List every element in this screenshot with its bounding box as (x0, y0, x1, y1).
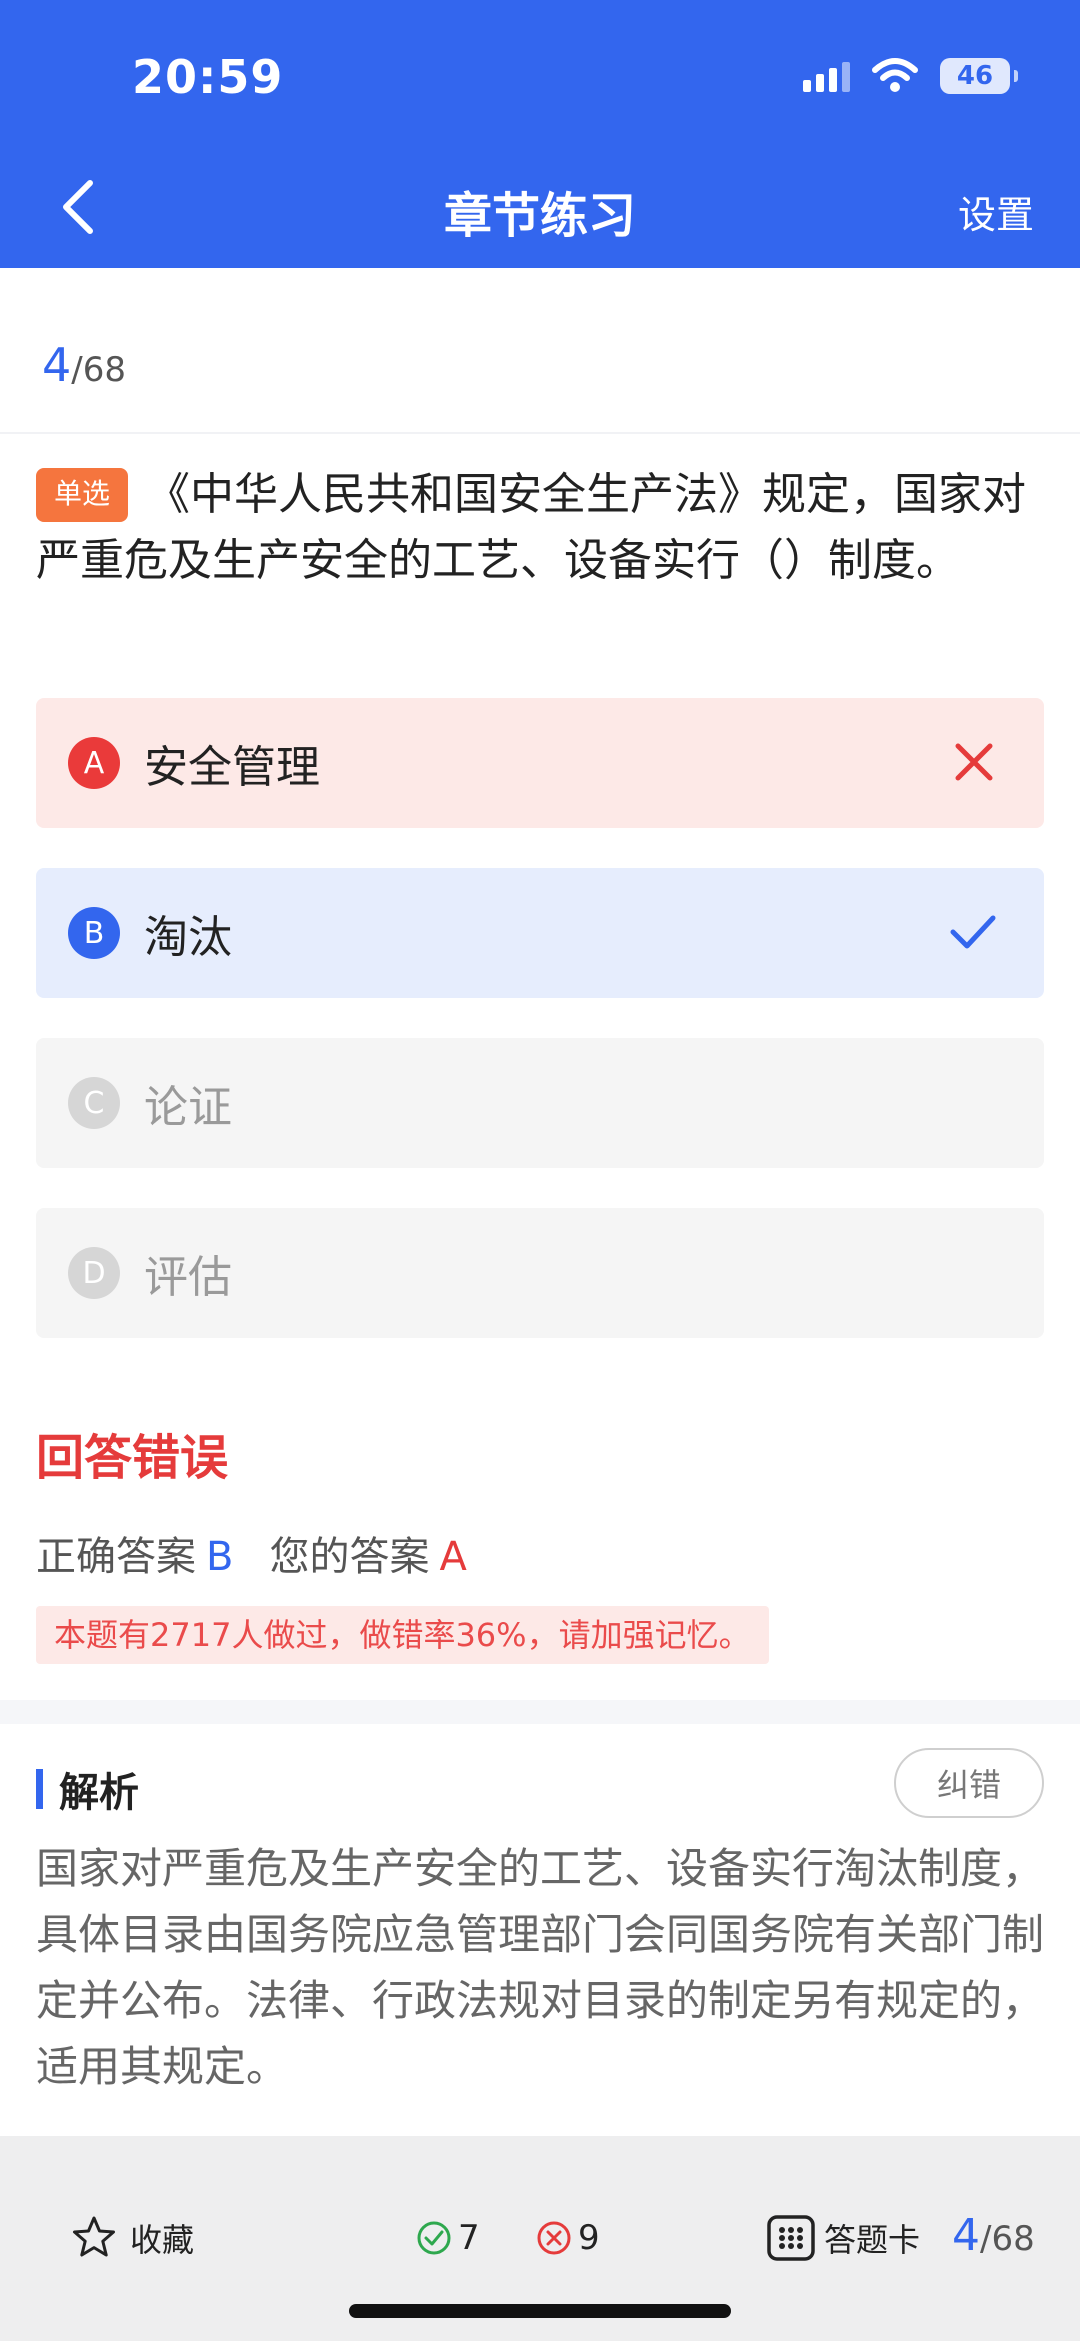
wifi-icon (872, 58, 918, 92)
analysis-title: 解析 (59, 1770, 139, 1816)
correct-count-value: 7 (458, 2218, 480, 2258)
analysis-text: 国家对严重危及生产安全的工艺、设备实行淘汰制度，具体目录由国务院应急管理部门会同… (36, 1844, 1045, 2091)
option-a[interactable]: A 安全管理 (36, 698, 1044, 828)
check-icon (950, 915, 996, 949)
answer-card-button[interactable]: 答题卡 (766, 2214, 920, 2262)
option-text: 安全管理 (144, 742, 320, 793)
cross-circle-icon (537, 2221, 571, 2255)
wrong-count[interactable]: 9 (536, 2218, 600, 2258)
wrong-count-value: 9 (578, 2218, 600, 2258)
your-answer-label: 您的答案 (269, 1534, 430, 1580)
correct-count[interactable]: 7 (416, 2218, 480, 2258)
option-text: 论证 (144, 1082, 232, 1133)
battery-icon: 46 (940, 58, 1018, 94)
page-title: 章节练习 (443, 188, 636, 244)
option-letter: B (68, 907, 120, 959)
question-text: 《中华人民共和国安全生产法》规定，国家对严重危及生产安全的工艺、设备实行（）制度… (36, 469, 1027, 586)
star-icon (73, 2216, 115, 2257)
answer-summary: 正确答案 B 您的答案 A (36, 1524, 467, 1582)
correct-answer-label: 正确答案 (36, 1534, 196, 1580)
question-stem: 单选 《中华人民共和国安全生产法》规定，国家对严重危及生产安全的工艺、设备实行（）… (36, 462, 1048, 594)
correct-answer-value: B (206, 1534, 234, 1580)
status-icons: 46 (803, 58, 1018, 94)
question-progress: 4/68 (42, 338, 126, 392)
app-header: 20:59 46 章节练习 设置 (0, 0, 1080, 268)
favorite-button[interactable]: 收藏 (70, 2214, 194, 2262)
check-circle-icon (417, 2221, 451, 2255)
option-d[interactable]: D 评估 (36, 1208, 1044, 1338)
home-indicator (349, 2304, 731, 2318)
report-error-button[interactable]: 纠错 (894, 1748, 1044, 1818)
option-letter: A (68, 737, 120, 789)
grid-icon (767, 2215, 815, 2261)
bottom-progress-total: /68 (980, 2219, 1035, 2259)
option-letter: D (68, 1247, 120, 1299)
progress-total: /68 (71, 350, 126, 390)
bottom-progress: 4/68 (952, 2210, 1035, 2261)
settings-button[interactable]: 设置 (958, 184, 1034, 239)
your-answer-value: A (439, 1534, 467, 1580)
status-time: 20:59 (132, 50, 284, 104)
progress-current: 4 (42, 338, 72, 392)
option-letter: C (68, 1077, 120, 1129)
bottom-progress-current: 4 (952, 2210, 980, 2261)
signal-icon (803, 60, 850, 92)
divider (0, 432, 1080, 434)
answer-card-label: 答题卡 (824, 2221, 921, 2259)
analysis-header: 解析 (36, 1760, 139, 1818)
question-type-badge: 单选 (36, 468, 129, 522)
option-text: 淘汰 (144, 912, 232, 963)
option-b[interactable]: B 淘汰 (36, 868, 1044, 998)
result-title: 回答错误 (36, 1430, 229, 1486)
option-c[interactable]: C 论证 (36, 1038, 1044, 1168)
error-rate-stats: 本题有2717人做过，做错率36%，请加强记忆。 (36, 1606, 769, 1664)
section-divider (0, 1700, 1080, 1724)
favorite-label: 收藏 (130, 2221, 195, 2259)
cross-icon (955, 743, 993, 781)
analysis-accent-bar (36, 1769, 43, 1809)
option-text: 评估 (144, 1252, 232, 1303)
